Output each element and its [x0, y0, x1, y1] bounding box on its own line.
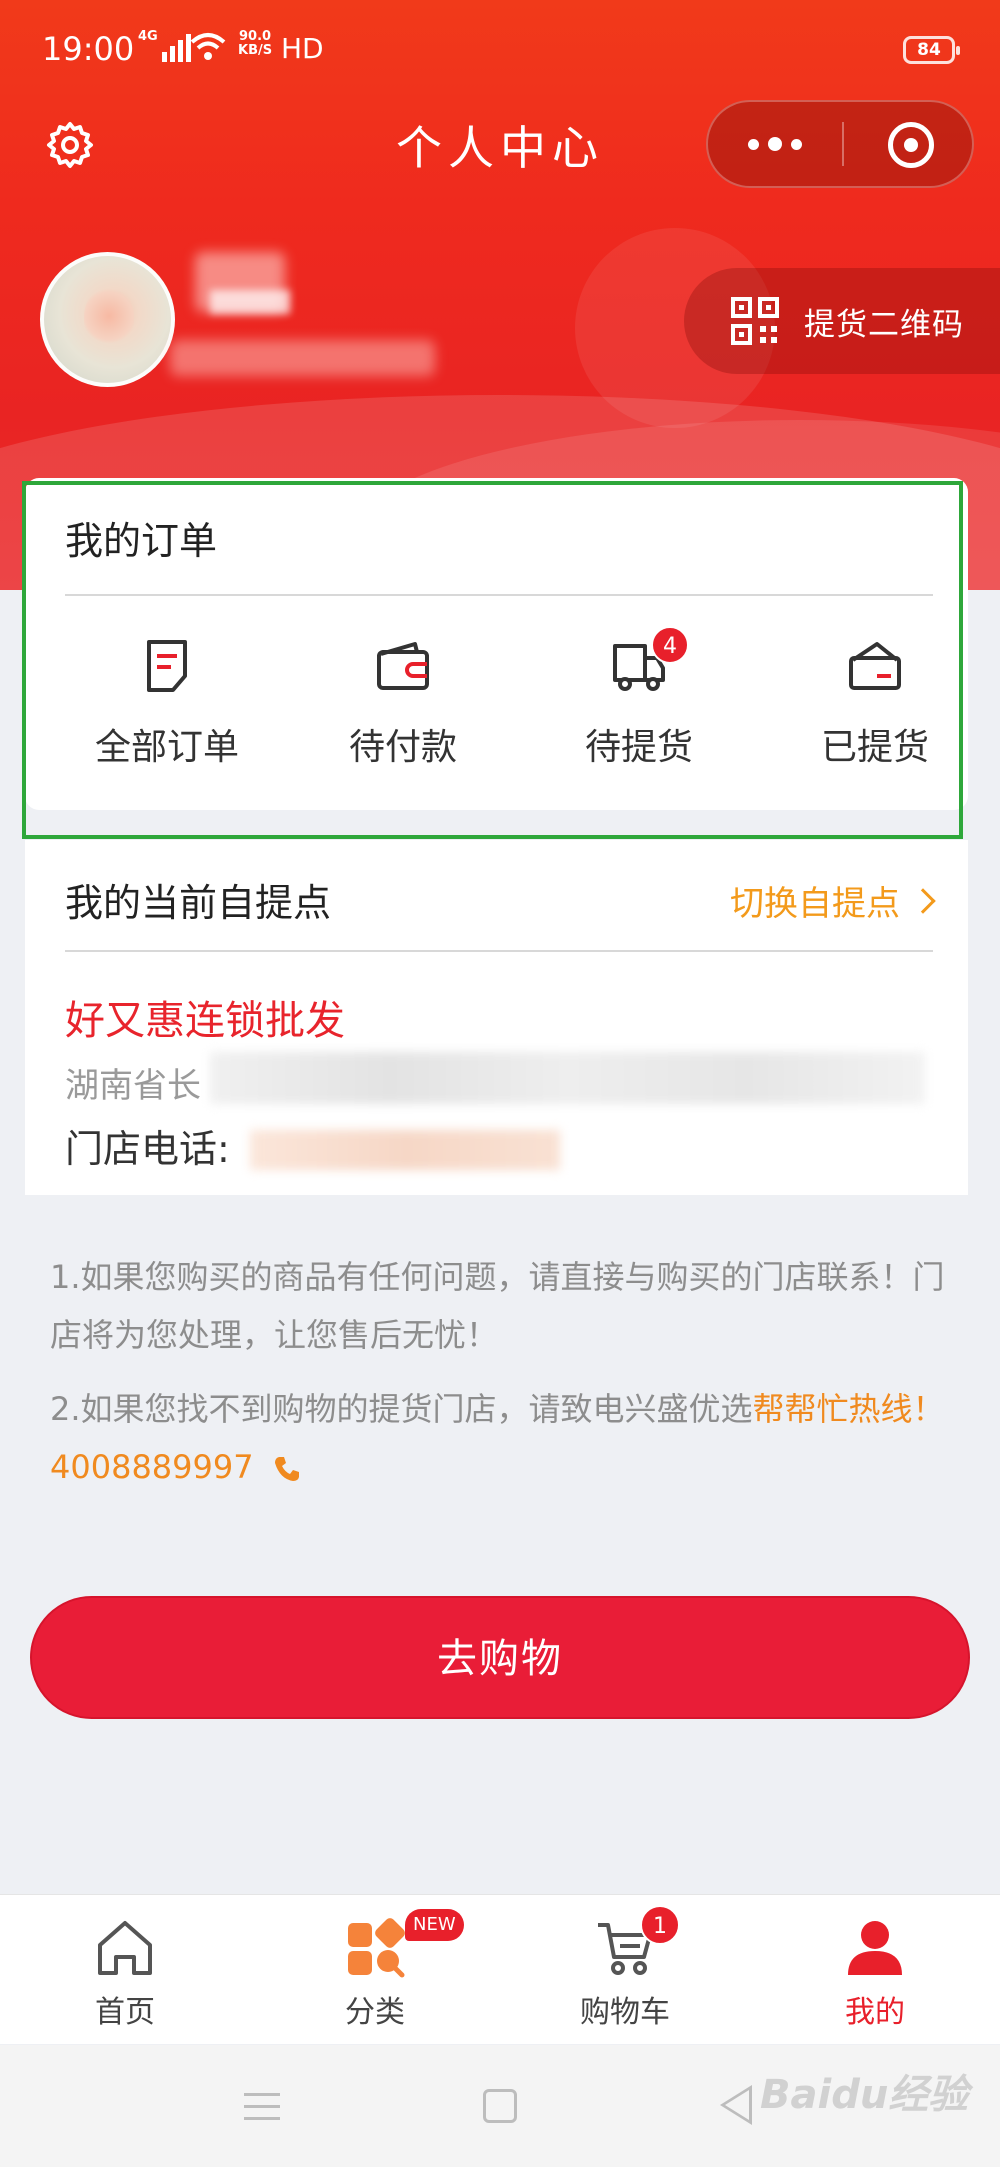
category-icon — [348, 1918, 405, 1978]
battery-icon: 84 — [903, 36, 960, 64]
status-time: 19:00 — [42, 30, 135, 68]
status-bar: 19:00 4G 90.0 KB/S HD 84 — [0, 22, 1000, 78]
capsule-divider — [842, 122, 844, 166]
recent-apps-icon[interactable] — [244, 2093, 280, 2123]
store-address: 湖南省长 — [65, 1066, 201, 1106]
tab-home[interactable]: 首页 — [0, 1895, 250, 2045]
network-speed: 90.0 KB/S — [238, 30, 272, 58]
tab-profile[interactable]: 我的 — [750, 1895, 1000, 2045]
note-1: 1.如果您购买的商品有任何问题，请直接与购买的门店联系！门店将为您处理，让您售后… — [50, 1258, 945, 1354]
switch-pickup-label: 切换自提点 — [730, 884, 900, 924]
cart-count-badge: 1 — [640, 1905, 680, 1945]
miniapp-capsule — [706, 100, 974, 188]
new-tag: NEW — [405, 1909, 464, 1941]
note-2-text: 2.如果您找不到购物的提货门店，请致电兴盛优选 — [50, 1390, 753, 1428]
pickup-qrcode-button[interactable]: 提货二维码 — [684, 268, 1000, 374]
tab-label: 分类 — [345, 1995, 405, 2030]
user-id-redacted — [170, 340, 435, 376]
hd-indicator: HD — [281, 32, 324, 65]
pickup-point-title: 我的当前自提点 — [65, 881, 332, 925]
phone-redacted — [250, 1130, 560, 1170]
hotline-number[interactable]: 4008889997 — [50, 1448, 254, 1486]
tab-cart[interactable]: 1 购物车 — [500, 1895, 750, 2045]
highlight-outline — [22, 481, 963, 839]
wifi-icon — [190, 33, 226, 60]
switch-pickup-point-link[interactable]: 切换自提点 — [730, 876, 936, 925]
qrcode-icon — [731, 297, 779, 345]
avatar[interactable] — [40, 252, 175, 387]
speed-unit: KB/S — [238, 43, 273, 58]
help-notes: 1.如果您购买的商品有任何问题，请直接与购买的门店联系！门店将为您处理，让您售后… — [50, 1248, 970, 1496]
more-icon[interactable] — [708, 102, 842, 186]
store-phone-label: 门店电话: — [65, 1127, 230, 1171]
pickup-qrcode-label: 提货二维码 — [804, 306, 964, 343]
tab-label: 购物车 — [580, 1995, 670, 2030]
tab-label: 我的 — [845, 1995, 905, 2030]
go-shopping-button[interactable]: 去购物 — [30, 1596, 970, 1719]
note-2: 2.如果您找不到购物的提货门店，请致电兴盛优选帮帮忙热线！ — [50, 1380, 970, 1438]
speed-value: 90.0 — [239, 29, 272, 44]
username-redacted — [210, 290, 290, 314]
hotline-row[interactable]: 4008889997 — [50, 1438, 970, 1496]
close-miniapp-icon[interactable] — [888, 122, 934, 168]
phone-icon[interactable] — [272, 1454, 302, 1484]
avatar-image — [84, 286, 134, 346]
tab-category[interactable]: NEW 分类 — [250, 1895, 500, 2045]
hotline-highlight: 帮帮忙热线！ — [752, 1390, 945, 1428]
divider — [65, 950, 933, 952]
chevron-right-icon — [910, 887, 936, 914]
pickup-point-card: 我的当前自提点 切换自提点 好又惠连锁批发 湖南省长 门店电话: — [25, 840, 968, 1195]
back-icon[interactable] — [720, 2085, 752, 2125]
bottom-tabbar: 首页 NEW 分类 1 购物车 我的 — [0, 1894, 1000, 2044]
tab-label: 首页 — [95, 1995, 155, 2030]
home-button-icon[interactable] — [483, 2089, 517, 2123]
store-name: 好又惠连锁批发 — [65, 998, 345, 1044]
address-redacted — [210, 1052, 925, 1104]
profile-icon — [848, 1921, 902, 1975]
home-icon — [98, 1921, 152, 1975]
network-type: 4G — [138, 29, 158, 44]
watermark: Baidu经验 — [760, 2072, 969, 2118]
